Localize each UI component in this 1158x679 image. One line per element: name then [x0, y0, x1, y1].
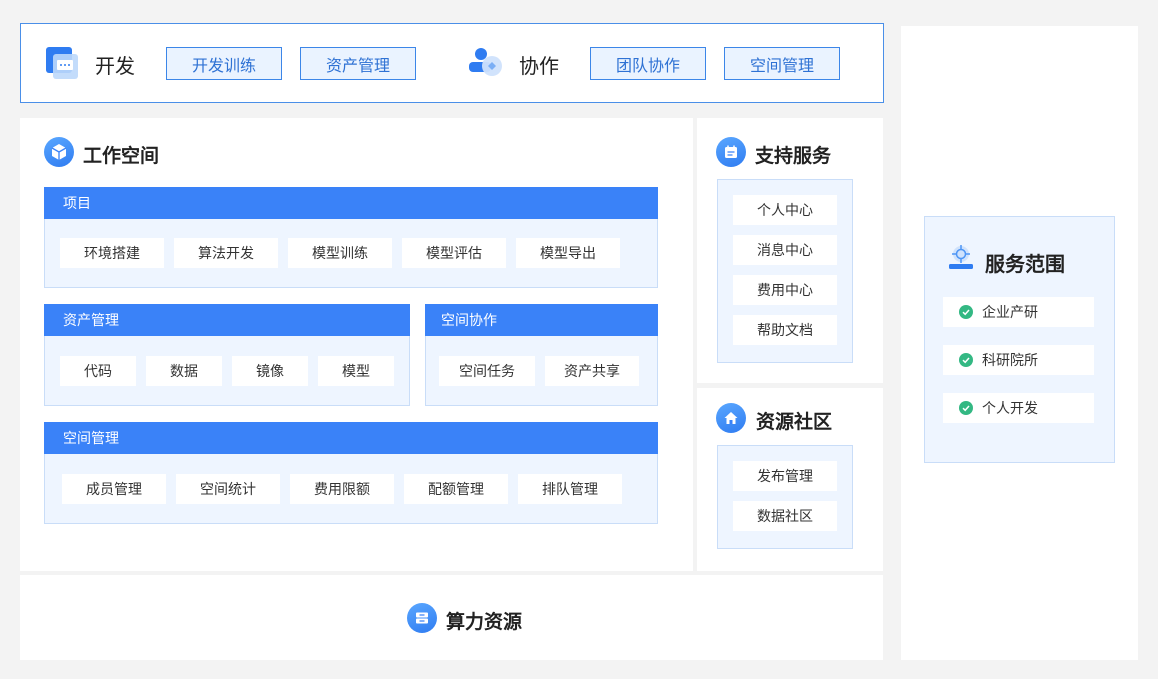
- scope-title: 服务范围: [985, 252, 1065, 276]
- dev-train-button[interactable]: 开发训练: [166, 47, 282, 80]
- project-header: 项目: [44, 187, 658, 219]
- project-item-export[interactable]: 模型导出: [516, 238, 620, 268]
- asset-item-code[interactable]: 代码: [60, 356, 136, 386]
- scope-item-label: 个人开发: [982, 401, 1038, 417]
- community-title: 资源社区: [756, 411, 833, 433]
- mgmt-item-stats[interactable]: 空间统计: [176, 474, 280, 504]
- workspace-title: 工作空间: [83, 145, 160, 167]
- support-item-billing[interactable]: 费用中心: [733, 275, 837, 305]
- collaborate-icon: [466, 46, 504, 80]
- server-icon: [407, 603, 437, 633]
- compute-title: 算力资源: [446, 611, 523, 633]
- mgmt-item-queue[interactable]: 排队管理: [518, 474, 622, 504]
- check-icon: [959, 353, 973, 367]
- collab-item-share[interactable]: 资产共享: [545, 356, 639, 386]
- project-item-train[interactable]: 模型训练: [288, 238, 392, 268]
- develop-label: 开发: [95, 54, 135, 78]
- community-item-data[interactable]: 数据社区: [733, 501, 837, 531]
- space-manage-button[interactable]: 空间管理: [724, 47, 840, 80]
- project-item-env[interactable]: 环境搭建: [60, 238, 164, 268]
- space-collab-header: 空间协作: [425, 304, 658, 336]
- collaborate-label: 协作: [519, 54, 559, 78]
- cube-icon: [44, 137, 74, 167]
- team-collab-button[interactable]: 团队协作: [590, 47, 706, 80]
- project-item-algo[interactable]: 算法开发: [174, 238, 278, 268]
- calendar-icon: [716, 137, 746, 167]
- support-title: 支持服务: [755, 145, 832, 167]
- project-item-eval[interactable]: 模型评估: [402, 238, 506, 268]
- scope-item-personal: 个人开发: [943, 393, 1094, 423]
- target-icon: [946, 242, 976, 272]
- support-item-help[interactable]: 帮助文档: [733, 315, 837, 345]
- scope-item-label: 科研院所: [982, 353, 1038, 369]
- scope-item-enterprise: 企业产研: [943, 297, 1094, 327]
- space-mgmt-header: 空间管理: [44, 422, 658, 454]
- scope-item-label: 企业产研: [982, 305, 1038, 321]
- check-icon: [959, 401, 973, 415]
- mgmt-item-quota[interactable]: 配额管理: [404, 474, 508, 504]
- collab-item-task[interactable]: 空间任务: [439, 356, 535, 386]
- asset-item-model[interactable]: 模型: [318, 356, 394, 386]
- support-item-message[interactable]: 消息中心: [733, 235, 837, 265]
- asset-manage-button[interactable]: 资产管理: [300, 47, 416, 80]
- asset-item-image[interactable]: 镜像: [232, 356, 308, 386]
- develop-icon: [45, 46, 79, 80]
- community-item-publish[interactable]: 发布管理: [733, 461, 837, 491]
- support-item-personal[interactable]: 个人中心: [733, 195, 837, 225]
- asset-item-data[interactable]: 数据: [146, 356, 222, 386]
- home-icon: [716, 403, 746, 433]
- mgmt-item-cost[interactable]: 费用限额: [290, 474, 394, 504]
- check-icon: [959, 305, 973, 319]
- mgmt-item-member[interactable]: 成员管理: [62, 474, 166, 504]
- scope-item-research: 科研院所: [943, 345, 1094, 375]
- assets-header: 资产管理: [44, 304, 410, 336]
